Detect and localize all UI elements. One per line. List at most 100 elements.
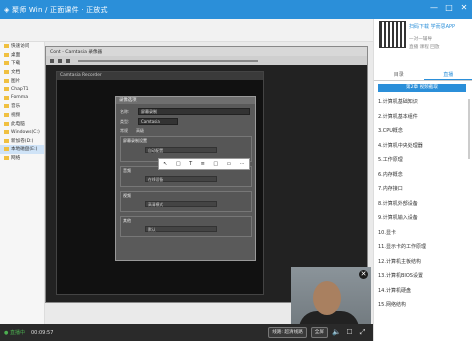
type-field[interactable]: Camtasia [138, 118, 178, 125]
explorer-item-label: ChapT1 [11, 86, 29, 92]
chat-icon[interactable]: ☐ [345, 328, 354, 337]
explorer-item-label: 本地磁盘(E:) [11, 147, 38, 153]
window-title: ◈ 聚师 Win / 正面课件 · 正放式 [4, 5, 108, 14]
name-label: 名称: [120, 109, 130, 114]
folder-icon [4, 130, 9, 135]
line-select-button[interactable]: 线路: 超清线路 [268, 327, 307, 338]
camtasia-toolbar [46, 56, 367, 65]
video-stage[interactable]: 快速访问 桌面 下载 文档 图片 ChapT1 Fomma 音乐 视频 此电脑 Windows(C:… [0, 19, 373, 324]
fullscreen-icon[interactable]: ⤢ [358, 328, 367, 337]
explorer-item[interactable]: 此电脑 [0, 119, 44, 128]
teacher-camera[interactable]: ✕ [291, 267, 371, 324]
explorer-item[interactable]: 本地磁盘(E:) [0, 145, 44, 154]
other-group: 其他 默认 [120, 216, 252, 237]
explorer-item[interactable]: 文档 [0, 68, 44, 77]
explorer-item-label: 此电脑 [11, 121, 25, 127]
teacher-head [313, 281, 341, 315]
chapter-item[interactable]: 9.计算机输入设备 [378, 211, 466, 226]
sidebar: 扫码下载 学而思APP 一对一辅导 直播 课程 回放 目录 直播 第2章 视频截… [373, 19, 472, 341]
annotation-tool-icon[interactable]: ▭ [227, 161, 232, 167]
chapter-heading[interactable]: 第2章 视频截取 [378, 84, 466, 92]
login-text: 一对一辅导 [409, 37, 432, 42]
video-group: 视频 高清模式 [120, 191, 252, 212]
explorer-toolbar [0, 19, 373, 42]
minimize-button[interactable]: — [430, 4, 438, 12]
chapter-item[interactable]: 1.计算机基础知识 [378, 95, 466, 110]
chapter-item[interactable]: 14.计算机硬盘 [378, 284, 466, 299]
app-download-text: 扫码下载 学而思APP [409, 24, 456, 30]
sidebar-scrollbar[interactable] [468, 99, 470, 159]
folder-icon [4, 44, 9, 49]
tab-advanced[interactable]: 高级 [136, 128, 144, 134]
elapsed-time: 00:09:57 [30, 329, 54, 336]
chapter-item[interactable]: 11.显示卡的工作原理 [378, 240, 466, 255]
close-icon[interactable]: ✕ [359, 270, 368, 279]
annotation-tool-icon[interactable]: □ [213, 161, 218, 167]
explorer-item[interactable]: 下载 [0, 59, 44, 68]
group-label: 视频 [123, 193, 131, 198]
tab-general[interactable]: 常规 [120, 128, 128, 134]
play-icon[interactable] [50, 58, 54, 63]
close-button[interactable]: ✕ [460, 4, 468, 12]
screen-settings-select[interactable]: 自动配置 [145, 147, 217, 153]
chapter-item[interactable]: 4.计算机中央处理器 [378, 139, 466, 154]
chapter-item[interactable]: 13.计算机BIOS设置 [378, 269, 466, 284]
type-label: 类型: [120, 119, 130, 124]
annotation-tool-icon[interactable]: □ [176, 161, 181, 167]
audio-select[interactable]: 在线设备 [145, 176, 217, 182]
folder-icon [4, 70, 9, 75]
explorer-item[interactable]: 桌面 [0, 51, 44, 60]
folder-icon [4, 78, 9, 83]
folder-icon [4, 138, 9, 143]
name-field[interactable]: 屏幕录制 [138, 108, 250, 115]
window-titlebar: ◈ 聚师 Win / 正面课件 · 正放式 — □ ✕ [0, 0, 472, 19]
folder-icon [4, 61, 9, 66]
folder-icon [4, 95, 9, 100]
chapter-item[interactable]: 3.CPU概念 [378, 124, 466, 139]
folder-icon [4, 156, 9, 161]
other-select[interactable]: 默认 [145, 226, 217, 232]
folder-icon [4, 147, 9, 152]
fullscreen-text-button[interactable]: 全屏 [310, 327, 328, 338]
annotation-tool-icon[interactable]: T [189, 161, 192, 167]
chapter-item[interactable]: 10.显卡 [378, 226, 466, 241]
chapter-item[interactable]: 15.网络结构 [378, 298, 466, 313]
annotation-tool-icon[interactable]: ≡ [201, 161, 205, 167]
player-controlbar: ● 直播中 00:09:57 线路: 超清线路 全屏 🔈 ☐ ⤢ [0, 324, 373, 341]
explorer-item[interactable]: 视频 [0, 111, 44, 120]
explorer-item-label: 文档 [11, 70, 21, 76]
explorer-item[interactable]: 新加卷(D:) [0, 137, 44, 146]
explorer-item[interactable]: 图片 [0, 76, 44, 85]
explorer-item-label: 下载 [11, 61, 21, 67]
explorer-item[interactable]: Fomma [0, 94, 44, 103]
explorer-item-label: 视频 [11, 113, 21, 119]
stop-icon[interactable] [58, 58, 62, 63]
explorer-item-label: Windows(C:) [11, 129, 40, 135]
record-options-dialog: 录像选项 名称: 屏幕录制 类型: Camtasia 常规 高级 屏幕录制设置 … [115, 96, 256, 261]
record-icon[interactable] [66, 58, 70, 63]
explorer-item-label: 网络 [11, 156, 21, 162]
explorer-item[interactable]: Windows(C:) [0, 128, 44, 137]
explorer-item-label: 桌面 [11, 52, 21, 58]
chapter-item[interactable]: 7.内存接口 [378, 182, 466, 197]
video-select[interactable]: 高清模式 [145, 201, 217, 207]
explorer-item[interactable]: ChapT1 [0, 85, 44, 94]
explorer-item[interactable]: 网络 [0, 154, 44, 163]
folder-icon [4, 121, 9, 126]
volume-icon[interactable]: 🔈 [332, 328, 341, 337]
explorer-item[interactable]: 音乐 [0, 102, 44, 111]
timeline-track[interactable] [78, 59, 258, 62]
explorer-item[interactable]: 快速访问 [0, 42, 44, 51]
chapter-item[interactable]: 6.内存概念 [378, 168, 466, 183]
chapter-item[interactable]: 12.计算机主板结构 [378, 255, 466, 270]
chapter-item[interactable]: 5.工作原理 [378, 153, 466, 168]
group-label: 其他 [123, 218, 131, 223]
annotation-tool-icon[interactable]: ⋯ [240, 161, 245, 167]
tab-catalog[interactable]: 目录 [374, 69, 424, 80]
chapter-item[interactable]: 2.计算机基本组件 [378, 110, 466, 125]
chapter-item[interactable]: 8.计算机外部设备 [378, 197, 466, 212]
maximize-button[interactable]: □ [445, 4, 453, 12]
explorer-nav: 快速访问 桌面下载文档 图片 ChapT1 Fomma 音乐视频此电脑 Windows(C:… [0, 42, 45, 324]
annotation-tool-icon[interactable]: ↖ [163, 161, 167, 167]
tab-live[interactable]: 直播 [423, 69, 472, 80]
